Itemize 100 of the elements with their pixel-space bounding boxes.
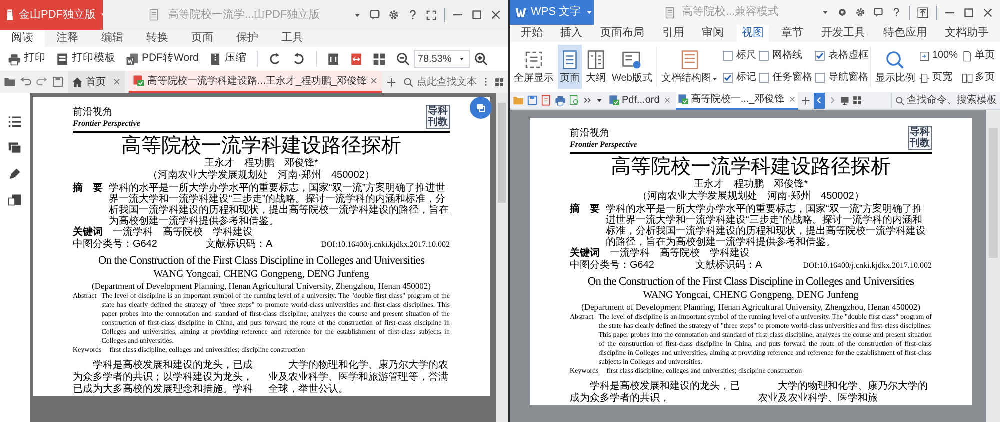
convert-icon[interactable] [8,193,22,207]
ribbon-tab[interactable]: 插入 [556,25,588,42]
help-icon[interactable] [407,9,419,21]
close-icon[interactable] [982,6,994,18]
grid-icon[interactable] [852,96,862,105]
checkbox[interactable]: 导航窗格 [815,72,868,84]
maximize-icon[interactable] [963,6,975,18]
ribbon-tab[interactable]: 视图 [736,25,769,42]
document-tab[interactable]: 高等院校一流学科建设路...王永才_程功鹏_邓俊锋 [128,71,382,93]
checkbox-box[interactable] [759,51,770,61]
ribbon-tab[interactable]: 页面 [180,30,225,47]
ribbon-tab[interactable]: 编辑 [90,30,135,47]
ribbon-tab[interactable]: 引用 [657,25,690,42]
scrollbar[interactable] [496,93,508,422]
chat-icon[interactable] [873,7,884,18]
toolbar-button[interactable]: PDF转Word [126,51,199,67]
folder-icon[interactable] [4,76,16,88]
toolbar-button[interactable]: 页宽 [919,72,958,84]
view-button[interactable]: 全屏显示 [512,45,556,89]
settings-icon[interactable] [388,9,400,21]
grid-icon[interactable] [372,52,386,66]
help-icon[interactable] [891,7,902,18]
checkbox[interactable]: 表格虚框 [815,50,868,62]
ribbon-tab[interactable]: 文档助手 [940,25,994,42]
checkbox[interactable]: 标记 [723,72,756,84]
app-menu-button[interactable]: WPS 文字 [510,0,594,25]
toolbar-button[interactable]: 多页 [962,72,995,84]
printer-icon[interactable] [555,95,566,106]
view-button[interactable]: Web版式 [610,45,654,89]
toolbar-button[interactable]: 压缩 [208,51,247,67]
toolbar-button[interactable]: 单页 [962,50,995,62]
logo-character: 教 [920,138,930,149]
actual-size-icon[interactable] [326,52,340,66]
scrollbar[interactable] [986,110,1000,422]
document-tab[interactable]: Pdf...ord [607,92,673,110]
document-tab[interactable]: 首页 [68,71,125,93]
abstract-label: 摘 要 [570,204,600,217]
previous-button[interactable] [814,92,825,108]
structure-button[interactable]: 文档结构图 [659,45,722,89]
pdf-file-icon [132,75,145,87]
ribbon-tab[interactable]: 工具 [270,30,315,47]
search-field[interactable]: 点此查找文本 [403,74,477,90]
checkbox-box[interactable] [723,73,734,83]
save-icon[interactable] [527,95,538,106]
zoom-button[interactable]: 显示比例 [873,45,918,89]
chat-icon[interactable] [369,9,381,21]
undo-icon[interactable] [20,76,32,88]
checkbox[interactable]: 任务窗格 [759,72,812,84]
rotate-left-icon[interactable] [268,52,282,66]
pin-icon[interactable] [917,6,929,18]
document-tab[interactable]: 高等院校一..._邓俊锋 [676,92,798,110]
ribbon-tab[interactable]: 章节 [776,25,809,42]
article-title: 高等院校一流学科建设路径探析 [611,155,891,178]
word-document-icon [126,52,139,66]
ribbon-tab[interactable]: 保护 [225,30,270,47]
ribbon-tab[interactable]: 开发工具 [816,25,870,42]
search-field[interactable]: 查找命令、搜索模板 [891,93,997,108]
checkbox-box[interactable] [759,73,770,83]
ribbon-tab[interactable]: 页面布局 [595,25,650,42]
zoom-in-icon[interactable] [474,52,488,66]
list-icon[interactable] [8,115,22,129]
stamp-icon[interactable] [8,167,22,181]
checkbox-box[interactable] [815,73,826,83]
rotate-right-icon[interactable] [292,52,306,66]
english-affiliation: (Department of Development Planning, Henan Agricultural University, Zhengzhou, Henan 450002) [92,281,431,292]
logo-character: 科 [920,127,930,138]
ribbon-tab[interactable]: 转换 [135,30,180,47]
close-icon[interactable] [490,9,502,21]
view-button[interactable]: 页面 [558,45,582,89]
pages-icon[interactable] [8,141,22,155]
fit-page-icon[interactable] [350,52,363,66]
toolbar-button[interactable]: 打印 [8,51,46,67]
zoom-out-icon[interactable] [396,52,410,66]
new-tab-icon[interactable] [386,76,397,88]
zoom-field[interactable]: 78.53% [414,50,470,68]
save-icon[interactable] [52,76,64,88]
ribbon-tab[interactable]: 注释 [45,30,90,47]
maximize-icon[interactable] [471,9,483,21]
more-icon[interactable] [583,96,592,105]
toolbar-button[interactable]: 打印模板 [56,51,116,67]
ribbon-tab[interactable]: 阅读 [0,30,45,47]
monitor-icon[interactable] [840,96,850,106]
checkbox-box[interactable] [815,51,826,61]
ribbon-tab[interactable]: 开始 [516,25,548,42]
ribbon-tab[interactable]: 审阅 [697,25,730,42]
print-preview-icon[interactable] [569,95,580,106]
english-title: On the Construction of the First Class Discipline in Colleges and Universities [588,275,914,290]
ribbon-tab[interactable]: 特色应用 [878,25,932,42]
new-tab-icon[interactable] [800,96,811,106]
checkbox[interactable]: 标尺 [723,50,756,62]
section-heading: 前沿视角 [570,128,611,140]
checkbox-box[interactable] [723,51,734,61]
expand-icon[interactable] [426,10,437,20]
checkbox[interactable]: 网格线 [759,50,812,62]
toolbar-button[interactable]: 100% [919,50,958,62]
grid-icon[interactable] [495,78,504,86]
settings-icon[interactable] [855,7,866,18]
view-button[interactable]: 大纲 [584,45,608,89]
app-menu-button[interactable]: 金山PDF独立版 [0,0,103,30]
author-affiliation: （河南农业大学发展规划处 河南·郑州 450002） [638,191,864,203]
